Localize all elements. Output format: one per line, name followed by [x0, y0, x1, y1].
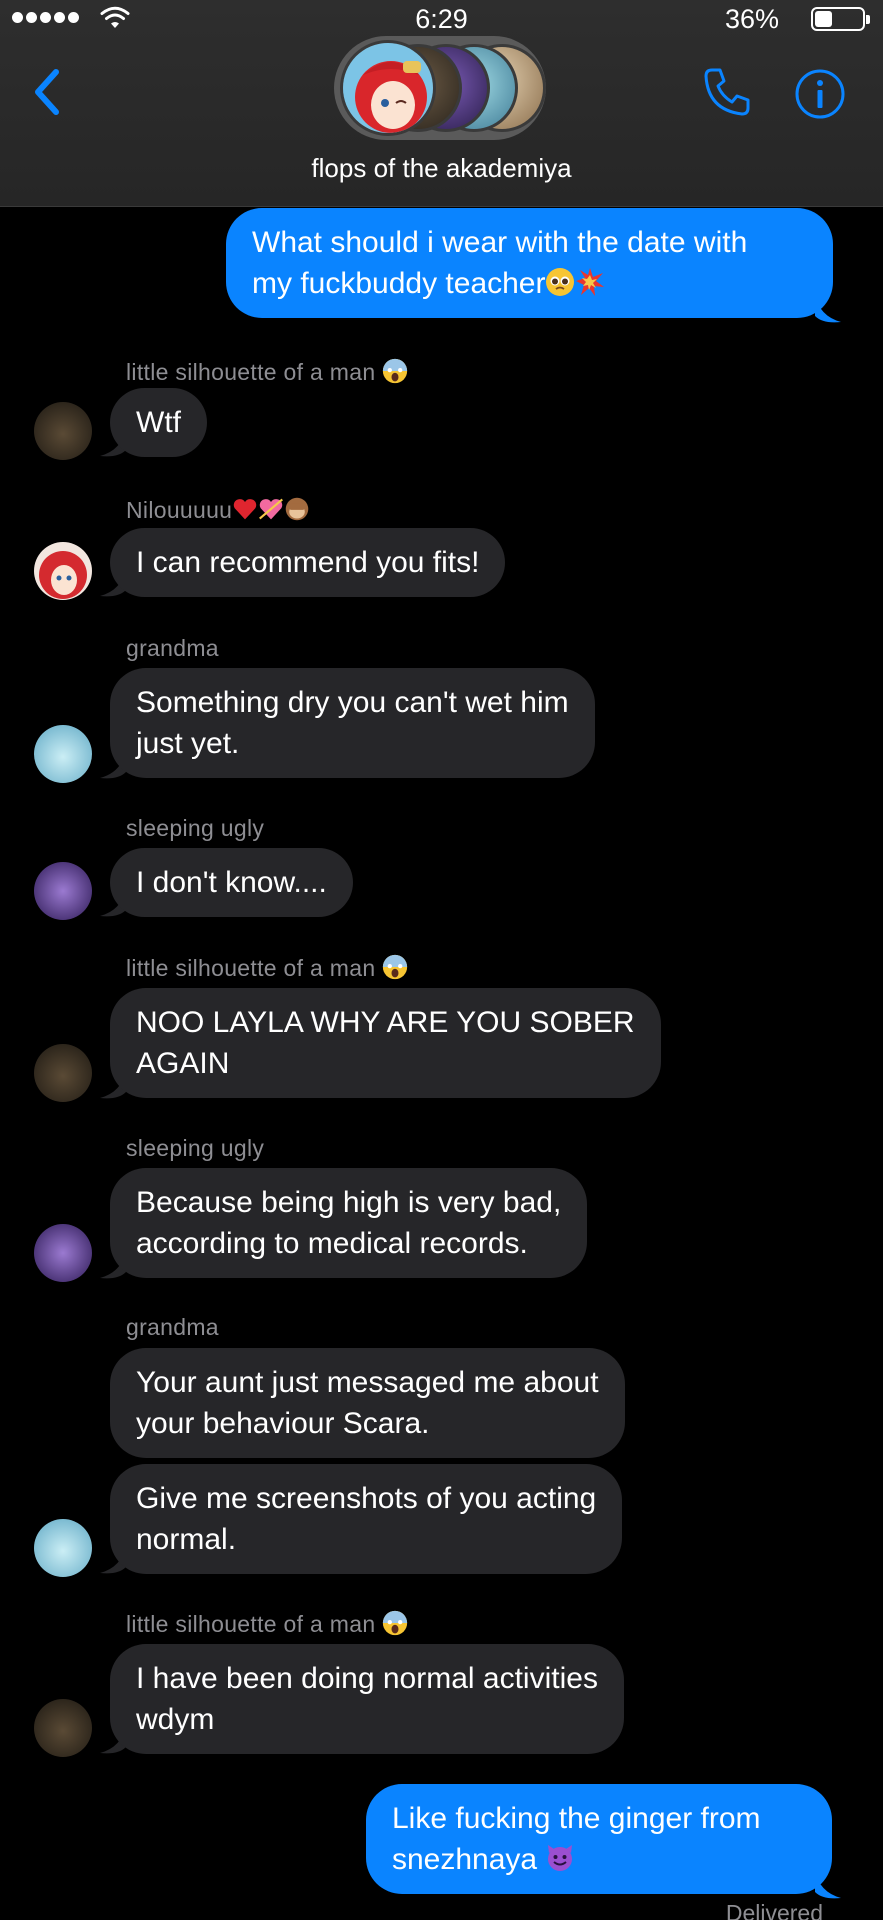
incoming-message-bubble[interactable]: I don't know....: [110, 848, 353, 917]
chevron-left-icon: [35, 69, 59, 115]
sender-name: grandma: [126, 635, 219, 661]
bubble-tail: [815, 294, 841, 323]
sender-avatar[interactable]: [34, 862, 92, 920]
outgoing-message-bubble[interactable]: Like fucking the ginger from snezhnaya: [366, 1784, 832, 1894]
message-text: just yet.: [136, 727, 240, 760]
face-screaming-in-fear-emoji-icon: [383, 954, 408, 980]
outgoing-message-bubble[interactable]: What should i wear with the date with my…: [226, 208, 833, 318]
battery-icon: [811, 7, 870, 31]
group-avatar: [340, 40, 436, 136]
delivered-status: Delivered: [725, 1900, 823, 1920]
message-text: Because being high is very bad,: [136, 1186, 562, 1219]
face-screaming-in-fear-emoji-icon: [383, 358, 408, 384]
info-icon: [795, 69, 845, 119]
back-button[interactable]: [26, 62, 70, 122]
message-text: I have been doing normal activities: [136, 1662, 598, 1695]
incoming-message-bubble[interactable]: Give me screenshots of you acting normal…: [110, 1464, 623, 1574]
see-no-evil-monkey-emoji-icon: [286, 497, 309, 521]
red-heart-emoji-icon: [234, 499, 257, 520]
message-text: What should i wear with the date with: [252, 226, 748, 259]
incoming-message-bubble[interactable]: Because being high is very bad, accordin…: [110, 1168, 588, 1278]
message-text: NOO LAYLA WHY ARE YOU SOBER: [136, 1006, 635, 1039]
sender-name: Nilouuuuu: [126, 496, 310, 524]
sender-name: little silhouette of a man: [126, 1610, 408, 1638]
collision-emoji-icon: [576, 268, 605, 296]
message-text: I don't know....: [136, 866, 327, 899]
sender-name: little silhouette of a man: [126, 358, 408, 386]
sender-avatar[interactable]: [34, 402, 92, 460]
message-text: your behaviour Scara.: [136, 1407, 430, 1440]
group-name[interactable]: flops of the akademiya: [0, 153, 883, 184]
sender-avatar[interactable]: [34, 725, 92, 783]
message-text: I can recommend you fits!: [136, 546, 480, 579]
pleading-face-emoji-icon: [546, 268, 575, 296]
incoming-message-bubble[interactable]: Something dry you can't wet him just yet…: [110, 668, 595, 778]
heart-with-arrow-emoji-icon: [259, 498, 284, 520]
sender-name: sleeping ugly: [126, 815, 265, 841]
message-text: AGAIN: [136, 1047, 230, 1080]
bubble-tail: [815, 1870, 841, 1899]
audio-call-button[interactable]: [700, 64, 756, 120]
battery-percentage: 36%: [724, 4, 779, 34]
message-text: Something dry you can't wet him: [136, 686, 569, 719]
sender-avatar[interactable]: [34, 1224, 92, 1282]
face-screaming-in-fear-emoji-icon: [383, 1610, 408, 1636]
message-text: wdym: [136, 1703, 215, 1736]
incoming-message-bubble[interactable]: Your aunt just messaged me about your be…: [110, 1348, 625, 1458]
group-avatar-stack[interactable]: [334, 36, 546, 140]
info-button[interactable]: [794, 68, 846, 120]
incoming-message-bubble[interactable]: Wtf: [110, 388, 207, 457]
incoming-message-bubble[interactable]: I have been doing normal activities wdym: [110, 1644, 624, 1754]
sender-name: little silhouette of a man: [126, 954, 408, 982]
phone-icon: [704, 68, 750, 116]
message-text: Like fucking the ginger from: [392, 1802, 761, 1835]
sender-avatar[interactable]: [34, 542, 92, 600]
status-bar: 6:29 36%: [0, 0, 883, 40]
sender-name: grandma: [126, 1314, 219, 1340]
message-text: my fuckbuddy teacher: [252, 267, 546, 300]
sender-avatar[interactable]: [34, 1699, 92, 1757]
message-text: Give me screenshots of you acting: [136, 1482, 597, 1515]
message-text: normal.: [136, 1523, 237, 1556]
sender-name: sleeping ugly: [126, 1135, 265, 1161]
message-text: snezhnaya: [392, 1843, 538, 1876]
sender-avatar[interactable]: [34, 1519, 92, 1577]
smiling-face-with-horns-emoji-icon: [548, 1845, 573, 1871]
incoming-message-bubble[interactable]: NOO LAYLA WHY ARE YOU SOBER AGAIN: [110, 988, 661, 1098]
sender-avatar[interactable]: [34, 1044, 92, 1102]
message-text: Your aunt just messaged me about: [136, 1366, 599, 1399]
conversation-header: 6:29 36% flops of the akademiya: [0, 0, 883, 207]
message-text: according to medical records.: [136, 1227, 528, 1260]
incoming-message-bubble[interactable]: I can recommend you fits!: [110, 528, 506, 597]
message-text: Wtf: [136, 406, 181, 439]
